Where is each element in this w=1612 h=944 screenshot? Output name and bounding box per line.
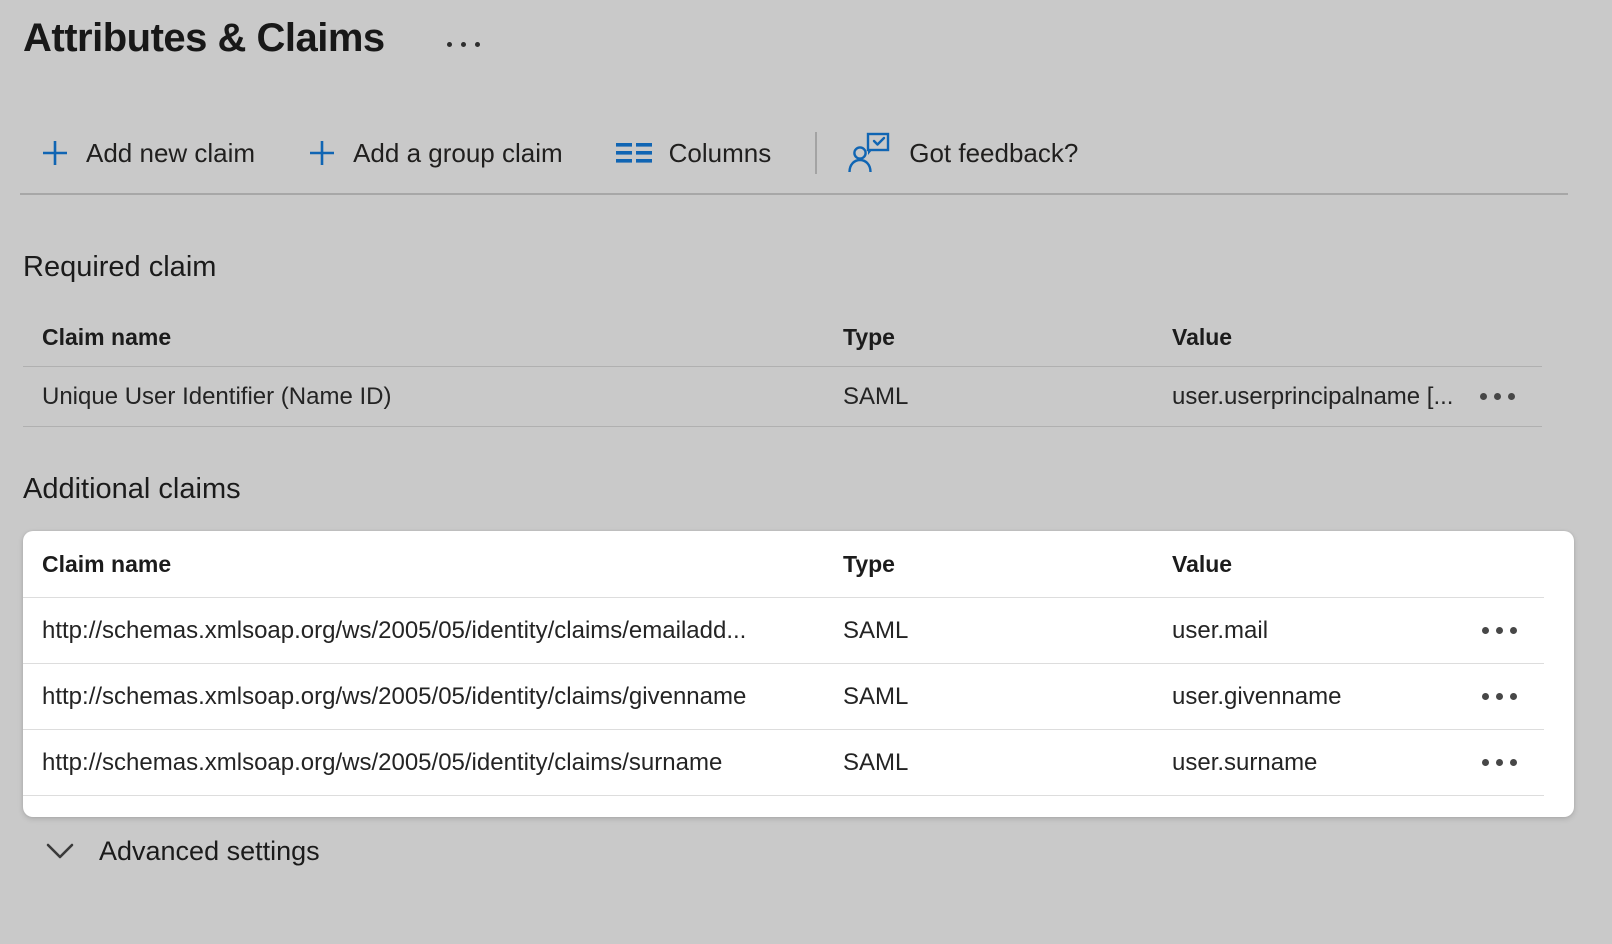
more-options-button[interactable]	[1474, 751, 1525, 774]
required-claim-table-header: Claim name Type Value	[23, 309, 1542, 367]
plus-icon	[307, 138, 337, 168]
more-options-button[interactable]	[1474, 619, 1525, 642]
add-new-claim-button[interactable]: Add new claim	[40, 138, 255, 169]
advanced-settings-toggle[interactable]: Advanced settings	[45, 831, 1612, 871]
type-cell: SAML	[843, 383, 1172, 411]
more-options-icon	[1496, 693, 1503, 700]
more-options-button[interactable]	[1474, 685, 1525, 708]
column-header-claim-name: Claim name	[42, 551, 843, 578]
ellipsis-icon	[447, 42, 452, 47]
type-cell: SAML	[843, 749, 1172, 777]
more-options-icon	[1482, 759, 1489, 766]
claim-name-cell: http://schemas.xmlsoap.org/ws/2005/05/id…	[42, 683, 843, 711]
more-options-icon	[1508, 393, 1515, 400]
edit-columns-icon	[615, 138, 653, 168]
more-options-icon	[1496, 759, 1503, 766]
claim-name-cell: Unique User Identifier (Name ID)	[42, 383, 843, 411]
toolbar-rule	[20, 193, 1568, 195]
more-options-icon	[1510, 693, 1517, 700]
add-group-claim-label: Add a group claim	[353, 138, 563, 169]
columns-button[interactable]: Columns	[615, 138, 772, 169]
got-feedback-label: Got feedback?	[909, 138, 1078, 169]
value-cell: user.surname	[1172, 749, 1454, 777]
advanced-settings-label: Advanced settings	[99, 836, 320, 867]
plus-icon	[40, 138, 70, 168]
additional-claims-header-wrap: Claim name Type Value	[23, 531, 1544, 598]
type-cell: SAML	[843, 617, 1172, 645]
type-cell: SAML	[843, 683, 1172, 711]
feedback-person-icon	[847, 130, 893, 176]
page-menu-button[interactable]	[447, 42, 480, 47]
required-claim-heading: Required claim	[23, 249, 1612, 285]
page-header: Attributes & Claims	[23, 12, 1612, 66]
column-header-value: Value	[1172, 551, 1454, 578]
required-claim-table: Claim name Type Value Unique User Identi…	[23, 309, 1542, 427]
table-row[interactable]: http://schemas.xmlsoap.org/ws/2005/05/id…	[23, 730, 1544, 795]
page-title: Attributes & Claims	[23, 12, 385, 64]
additional-claims-table-header: Claim name Type Value	[23, 531, 1544, 597]
table-row-wrap: http://schemas.xmlsoap.org/ws/2005/05/id…	[23, 598, 1544, 664]
value-cell: user.givenname	[1172, 683, 1454, 711]
value-cell: user.userprincipalname [...	[1172, 383, 1452, 411]
column-header-value: Value	[1172, 324, 1452, 351]
more-options-icon	[1482, 693, 1489, 700]
additional-claims-table: Claim name Type Value http://schemas.xml…	[23, 531, 1574, 817]
more-options-icon	[1480, 393, 1487, 400]
value-cell: user.mail	[1172, 617, 1454, 645]
chevron-down-icon	[45, 841, 75, 861]
additional-claims-heading: Additional claims	[23, 471, 1612, 507]
command-bar: Add new claim Add a group claim Columns	[40, 130, 1612, 176]
column-header-claim-name: Claim name	[42, 324, 843, 351]
more-options-icon	[1510, 759, 1517, 766]
table-row[interactable]: http://schemas.xmlsoap.org/ws/2005/05/id…	[23, 598, 1544, 663]
more-options-button[interactable]	[1472, 385, 1523, 408]
toolbar-divider	[815, 132, 817, 174]
claim-name-cell: http://schemas.xmlsoap.org/ws/2005/05/id…	[42, 749, 843, 777]
add-new-claim-label: Add new claim	[86, 138, 255, 169]
claim-name-cell: http://schemas.xmlsoap.org/ws/2005/05/id…	[42, 617, 843, 645]
ellipsis-icon	[461, 42, 466, 47]
add-group-claim-button[interactable]: Add a group claim	[307, 138, 563, 169]
table-row-wrap: http://schemas.xmlsoap.org/ws/2005/05/id…	[23, 730, 1544, 796]
table-row[interactable]: Unique User Identifier (Name ID) SAML us…	[23, 367, 1542, 427]
more-options-icon	[1496, 627, 1503, 634]
more-options-icon	[1482, 627, 1489, 634]
more-options-icon	[1494, 393, 1501, 400]
table-row[interactable]: http://schemas.xmlsoap.org/ws/2005/05/id…	[23, 664, 1544, 729]
column-header-type: Type	[843, 551, 1172, 578]
column-header-type: Type	[843, 324, 1172, 351]
ellipsis-icon	[475, 42, 480, 47]
columns-label: Columns	[669, 138, 772, 169]
got-feedback-button[interactable]: Got feedback?	[847, 130, 1078, 176]
more-options-icon	[1510, 627, 1517, 634]
table-row-wrap: http://schemas.xmlsoap.org/ws/2005/05/id…	[23, 664, 1544, 730]
